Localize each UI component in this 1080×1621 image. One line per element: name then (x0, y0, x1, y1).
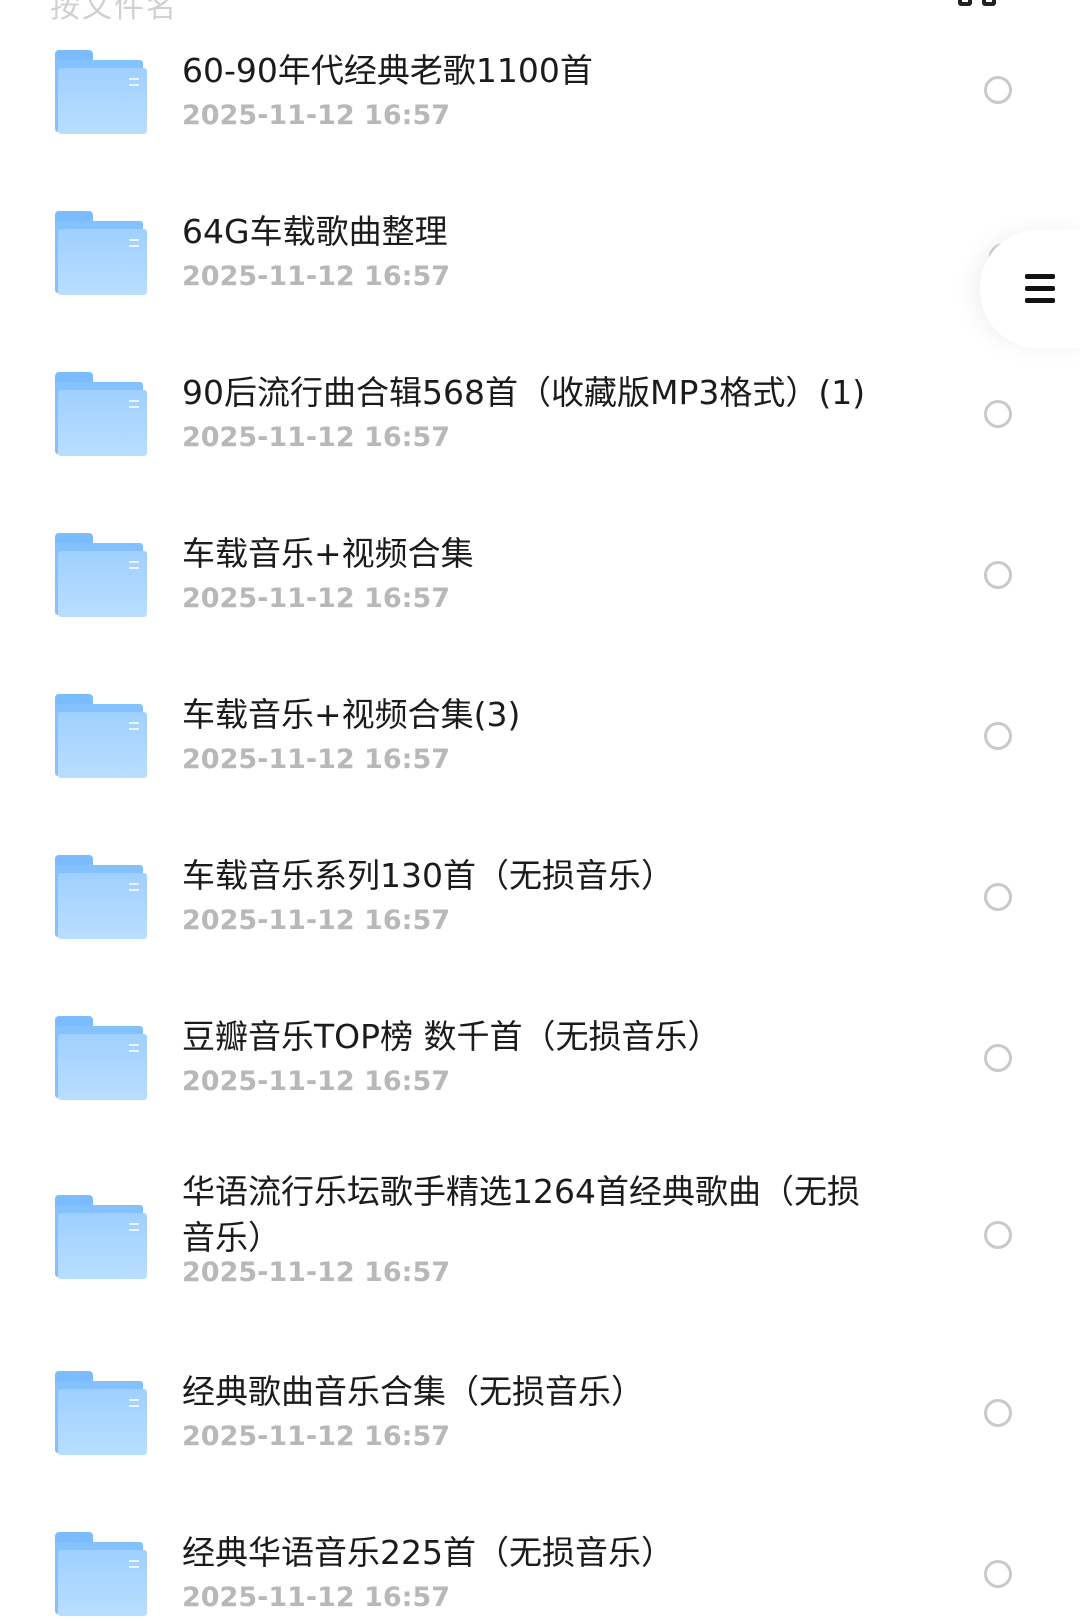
list-item[interactable]: 车载音乐+视频合集 2025-11-12 16:57 (0, 525, 1080, 675)
folder-date: 2025-11-12 16:57 (182, 1257, 451, 1288)
folder-name: 经典华语音乐225首（无损音乐） (182, 1533, 674, 1572)
folder-date: 2025-11-12 16:57 (182, 261, 451, 292)
list-item[interactable]: 90后流行曲合辑568首（收藏版MP3格式）(1) 2025-11-12 16:… (0, 364, 1080, 514)
select-radio[interactable] (984, 722, 1012, 750)
folder-name: 64G车载歌曲整理 (182, 212, 448, 251)
list-item[interactable]: 华语流行乐坛歌手精选1264首经典歌曲（无损音乐） 2025-11-12 16:… (0, 1169, 1080, 1353)
menu-line (1025, 298, 1055, 303)
select-radio[interactable] (984, 1221, 1012, 1249)
select-radio[interactable] (984, 561, 1012, 589)
folder-icon (55, 694, 147, 778)
folder-icon (55, 1371, 147, 1455)
folder-icon (55, 50, 147, 134)
folder-front (58, 873, 147, 939)
folder-front (58, 68, 147, 134)
menu-icon (1025, 274, 1055, 304)
menu-line (1025, 274, 1055, 279)
select-radio[interactable] (984, 400, 1012, 428)
folder-front (58, 1389, 147, 1455)
list-item[interactable]: 豆瓣音乐TOP榜 数千首（无损音乐） 2025-11-12 16:57 (0, 1008, 1080, 1158)
grid-view-icon[interactable] (958, 0, 996, 6)
folder-name: 豆瓣音乐TOP榜 数千首（无损音乐） (182, 1017, 721, 1056)
select-radio[interactable] (984, 1399, 1012, 1427)
folder-front (58, 1550, 147, 1616)
list-item[interactable]: 60-90年代经典老歌1100首 2025-11-12 16:57 (0, 42, 1080, 192)
folder-name: 经典歌曲音乐合集（无损音乐） (182, 1372, 644, 1411)
folder-date: 2025-11-12 16:57 (182, 744, 451, 775)
list-item[interactable]: 经典歌曲音乐合集（无损音乐） 2025-11-12 16:57 (0, 1363, 1080, 1513)
folder-date: 2025-11-12 16:57 (182, 905, 451, 936)
folder-icon (55, 1532, 147, 1616)
menu-line (1025, 286, 1055, 291)
folder-front (58, 1213, 147, 1279)
folder-name: 90后流行曲合辑568首（收藏版MP3格式）(1) (182, 373, 866, 412)
partial-sort-label: 按文件名 (50, 0, 178, 25)
select-radio[interactable] (984, 76, 1012, 104)
folder-name: 华语流行乐坛歌手精选1264首经典歌曲（无损音乐） (182, 1172, 860, 1257)
folder-icon (55, 533, 147, 617)
folder-name: 车载音乐+视频合集 (182, 534, 474, 573)
folder-front (58, 712, 147, 778)
folder-name: 车载音乐+视频合集(3) (182, 695, 521, 734)
list-item[interactable]: 经典华语音乐225首（无损音乐） 2025-11-12 16:57 (0, 1524, 1080, 1621)
select-radio[interactable] (984, 1044, 1012, 1072)
folder-front (58, 551, 147, 617)
folder-date: 2025-11-12 16:57 (182, 1421, 451, 1452)
folder-icon (55, 211, 147, 295)
list-item[interactable]: 64G车载歌曲整理 2025-11-12 16:57 (0, 203, 1080, 353)
list-item[interactable]: 车载音乐+视频合集(3) 2025-11-12 16:57 (0, 686, 1080, 836)
folder-date: 2025-11-12 16:57 (182, 583, 451, 614)
list-item[interactable]: 车载音乐系列130首（无损音乐） 2025-11-12 16:57 (0, 847, 1080, 997)
folder-date: 2025-11-12 16:57 (182, 1066, 451, 1097)
folder-icon (55, 855, 147, 939)
select-radio[interactable] (984, 1560, 1012, 1588)
folder-icon (55, 1016, 147, 1100)
file-list-screen: 按文件名 60-90年代经典老歌1100首 2025-11-12 16:57 6… (0, 0, 1080, 1621)
folder-name: 60-90年代经典老歌1100首 (182, 51, 593, 90)
folder-date: 2025-11-12 16:57 (182, 422, 451, 453)
folder-front (58, 1034, 147, 1100)
folder-front (58, 229, 147, 295)
folder-date: 2025-11-12 16:57 (182, 1582, 451, 1613)
folder-icon (55, 1195, 147, 1279)
select-radio[interactable] (984, 883, 1012, 911)
folder-date: 2025-11-12 16:57 (182, 100, 451, 131)
folder-icon (55, 372, 147, 456)
folder-name: 车载音乐系列130首（无损音乐） (182, 856, 674, 895)
folder-front (58, 390, 147, 456)
